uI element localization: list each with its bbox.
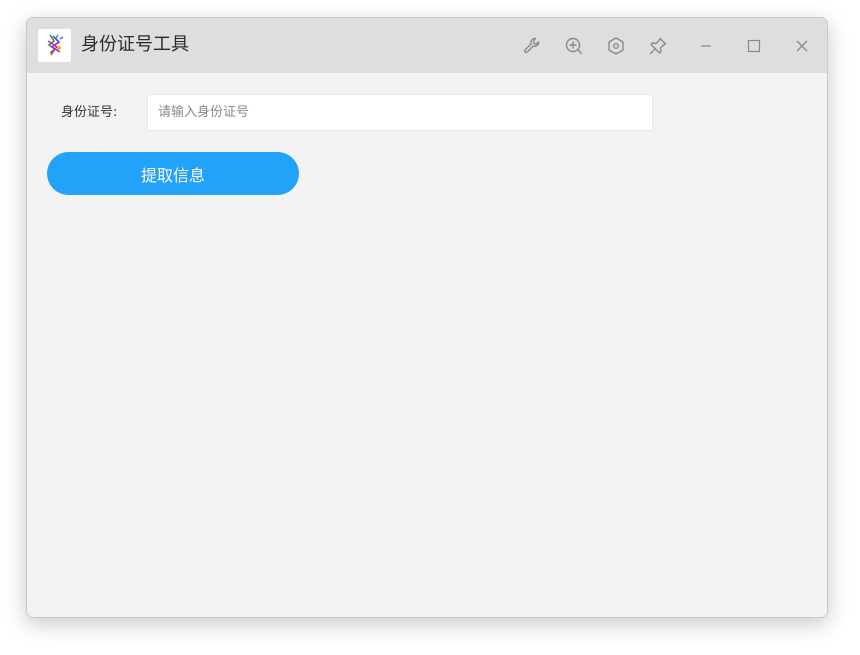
app-logo-icon bbox=[38, 29, 71, 62]
app-window: 身份证号工具 身份证号: 请输入身份证号 提取信息 bbox=[26, 17, 828, 618]
settings-button[interactable] bbox=[603, 33, 629, 59]
wrench-button[interactable] bbox=[519, 33, 545, 59]
maximize-button[interactable] bbox=[741, 33, 767, 59]
title-bar[interactable]: 身份证号工具 bbox=[27, 18, 827, 73]
close-icon bbox=[794, 38, 810, 54]
zoom-in-button[interactable] bbox=[561, 33, 587, 59]
minimize-button[interactable] bbox=[693, 33, 719, 59]
zoom-in-icon bbox=[564, 36, 584, 56]
close-button[interactable] bbox=[789, 33, 815, 59]
minimize-icon bbox=[698, 38, 714, 54]
pin-icon bbox=[648, 36, 668, 56]
settings-icon bbox=[606, 36, 626, 56]
id-number-input[interactable] bbox=[147, 94, 653, 131]
pin-button[interactable] bbox=[645, 33, 671, 59]
id-number-label: 身份证号: bbox=[61, 105, 118, 120]
window-title: 身份证号工具 bbox=[81, 34, 189, 55]
extract-info-button[interactable]: 提取信息 bbox=[47, 152, 299, 195]
wrench-icon bbox=[522, 36, 542, 56]
maximize-icon bbox=[746, 38, 762, 54]
